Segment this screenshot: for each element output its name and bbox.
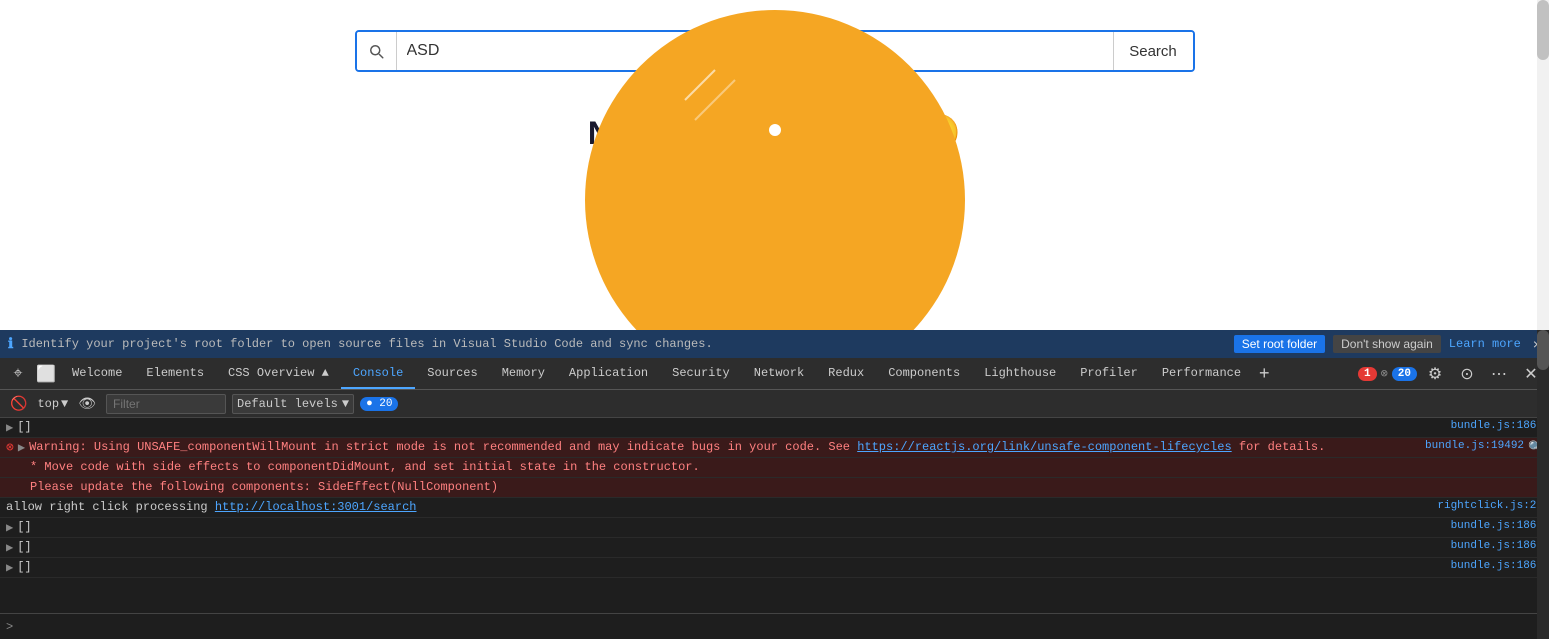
expand-icon[interactable]: ▶ (18, 440, 25, 455)
main-scrollbar-track[interactable] (1537, 0, 1549, 330)
tab-network[interactable]: Network (742, 358, 816, 389)
level-dropdown-icon: ▼ (342, 397, 349, 411)
scope-dropdown-icon: ▼ (61, 397, 68, 411)
devtools-panel: ℹ Identify your project's root folder to… (0, 330, 1549, 639)
eye-button[interactable]: 👁 (74, 393, 100, 414)
inspect-element-button[interactable]: ⌖ (4, 360, 32, 388)
console-line: ▶ [] bundle.js:1862 (0, 518, 1549, 538)
device-toggle-button[interactable]: ⬜ (32, 360, 60, 388)
tab-security[interactable]: Security (660, 358, 742, 389)
devtools-scrollbar-thumb[interactable] (1537, 330, 1549, 370)
tab-profiler[interactable]: Profiler (1068, 358, 1150, 389)
line-text: [] (17, 560, 1440, 574)
file-link[interactable]: rightclick.js:25 (1427, 500, 1543, 512)
console-input-area: > (0, 613, 1549, 639)
learn-more-link[interactable]: Learn more (1449, 337, 1521, 351)
set-root-button[interactable]: Set root folder (1234, 335, 1325, 353)
add-tab-button[interactable]: + (1253, 363, 1276, 384)
search-button[interactable]: Search (1113, 32, 1193, 70)
expand-icon[interactable]: ▶ (6, 540, 13, 555)
console-prompt: > (6, 620, 13, 634)
console-line-rightclick: allow right click processing http://loca… (0, 498, 1549, 518)
tab-sources[interactable]: Sources (415, 358, 489, 389)
error-icon: ⊗ (6, 440, 14, 455)
line-text: * Move code with side effects to compone… (6, 460, 1543, 474)
circle-decoration-svg (585, 10, 965, 210)
console-input[interactable] (19, 620, 1543, 634)
error-icon-small: ⊗ (1381, 366, 1388, 381)
tab-components[interactable]: Components (876, 358, 972, 389)
file-link[interactable]: bundle.js:1862 (1441, 420, 1543, 432)
tab-performance[interactable]: Performance (1150, 358, 1253, 389)
console-line: ▶ [] bundle.js:1862 (0, 558, 1549, 578)
settings-button[interactable]: ⚙ (1421, 360, 1449, 388)
tab-lighthouse[interactable]: Lighthouse (972, 358, 1068, 389)
expand-icon[interactable]: ▶ (6, 420, 13, 435)
tab-application[interactable]: Application (557, 358, 660, 389)
console-toolbar: 🚫 top ▼ 👁 Default levels ▼ ● 20 (0, 390, 1549, 418)
level-label: Default levels (237, 397, 338, 411)
more-button[interactable]: ⋯ (1485, 360, 1513, 388)
line-text: Please update the following components: … (6, 480, 1543, 494)
tabs-right-controls: 1 ⊗ 20 ⚙ ⊙ ⋯ ✕ (1358, 360, 1545, 388)
expand-icon[interactable]: ▶ (6, 560, 13, 575)
level-selector[interactable]: Default levels ▼ (232, 394, 354, 414)
line-text: [] (17, 520, 1440, 534)
devtools-scrollbar-track[interactable] (1537, 330, 1549, 639)
main-scrollbar-thumb[interactable] (1537, 0, 1549, 60)
clear-console-button[interactable]: 🚫 (6, 393, 31, 414)
tab-elements[interactable]: Elements (134, 358, 216, 389)
tab-console[interactable]: Console (341, 358, 415, 389)
app-area: Search No companies found 😞 (0, 0, 1549, 330)
warning-count-badge: 20 (1392, 367, 1417, 381)
console-line: ▶ [] bundle.js:1862 (0, 418, 1549, 438)
account-button[interactable]: ⊙ (1453, 360, 1481, 388)
file-link[interactable]: bundle.js:1862 (1441, 560, 1543, 572)
info-icon: ℹ (8, 336, 13, 353)
file-link[interactable]: bundle.js:1862 (1441, 520, 1543, 532)
filter-input[interactable] (106, 394, 226, 414)
console-line-move: * Move code with side effects to compone… (0, 458, 1549, 478)
devtools-tabs-bar: ⌖ ⬜ Welcome Elements CSS Overview ▲ Cons… (0, 358, 1549, 390)
decoration-circle (585, 10, 965, 330)
tab-memory[interactable]: Memory (490, 358, 557, 389)
line-text: Warning: Using UNSAFE_componentWillMount… (29, 440, 1415, 454)
tab-welcome[interactable]: Welcome (60, 358, 134, 389)
warning-link[interactable]: https://reactjs.org/link/unsafe-componen… (857, 440, 1231, 454)
console-line-update: Please update the following components: … (0, 478, 1549, 498)
error-count-badge: 1 (1358, 367, 1377, 381)
console-line: ▶ [] bundle.js:1862 (0, 538, 1549, 558)
scope-selector[interactable]: top ▼ (37, 397, 68, 411)
info-bar-text: Identify your project's root folder to o… (21, 337, 1225, 351)
file-link[interactable]: bundle.js:1862 (1441, 540, 1543, 552)
file-link[interactable]: bundle.js:19492 (1415, 440, 1524, 452)
search-svg (367, 42, 385, 60)
scope-label: top (37, 397, 59, 411)
line-text: [] (17, 540, 1440, 554)
dont-show-button[interactable]: Don't show again (1333, 335, 1441, 353)
line-text: [] (17, 420, 1440, 434)
tab-redux[interactable]: Redux (816, 358, 876, 389)
console-count-badge: ● 20 (360, 397, 398, 411)
console-line-warning: ⊗ ▶ Warning: Using UNSAFE_componentWillM… (0, 438, 1549, 458)
devtools-info-bar: ℹ Identify your project's root folder to… (0, 330, 1549, 358)
expand-icon[interactable]: ▶ (6, 520, 13, 535)
tab-css-overview[interactable]: CSS Overview ▲ (216, 358, 341, 389)
search-icon (357, 32, 397, 70)
console-output[interactable]: ▶ [] bundle.js:1862 ⊗ ▶ Warning: Using U… (0, 418, 1549, 613)
localhost-link[interactable]: http://localhost:3001/search (215, 500, 417, 514)
line-text: allow right click processing http://loca… (6, 500, 1427, 514)
